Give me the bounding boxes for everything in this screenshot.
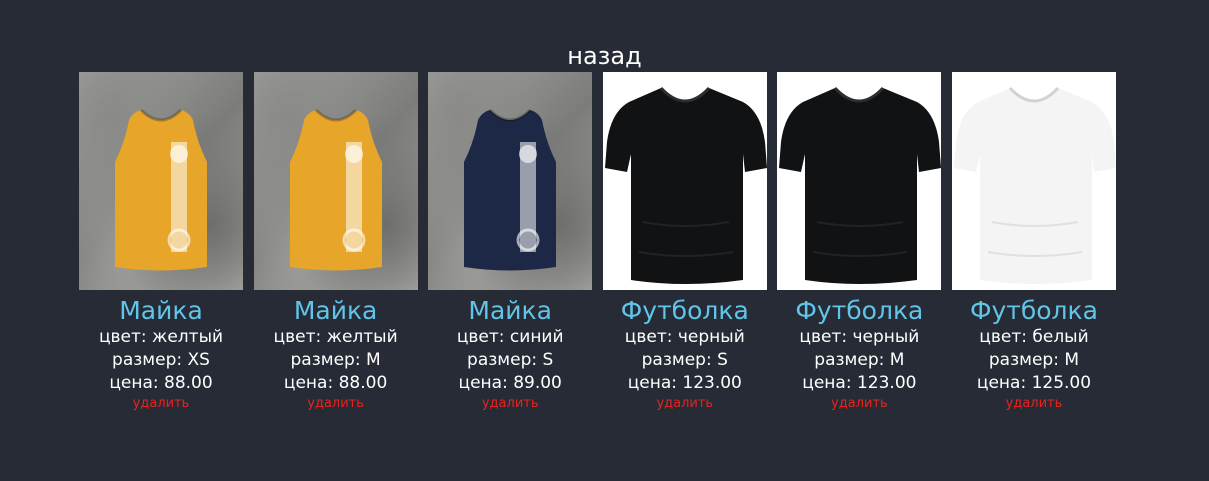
delete-button[interactable]: удалить <box>254 395 418 413</box>
garment-graphic <box>953 86 1116 284</box>
product-color: цвет: черный <box>624 327 745 347</box>
delete-button[interactable]: удалить <box>79 395 243 413</box>
back-link[interactable]: назад <box>0 40 1209 72</box>
product-color: цвет: желтый <box>98 327 224 347</box>
product-image <box>951 72 1116 290</box>
delete-button[interactable]: удалить <box>603 395 767 413</box>
product-price: цена: 123.00 <box>802 373 917 393</box>
product-color: цвет: желтый <box>273 327 398 347</box>
product-image <box>428 72 593 290</box>
garment-graphic <box>779 86 942 284</box>
garment-graphic <box>604 86 767 284</box>
product-color: цвет: синий <box>456 327 564 347</box>
product-title: Футболка <box>620 296 749 325</box>
delete-button[interactable]: удалить <box>428 395 592 413</box>
cart-item-card: Футболка цвет: белый размер: M цена: 125… <box>951 72 1116 413</box>
garment-graphic <box>289 108 382 271</box>
product-price: цена: 125.00 <box>976 373 1092 393</box>
product-size: размер: M <box>814 350 905 370</box>
cart-item-card: Футболка цвет: черный размер: S цена: 12… <box>602 72 767 413</box>
product-price: цена: 123.00 <box>627 373 742 393</box>
cart-items-grid: Майка цвет: желтый размер: XS цена: 88.0… <box>79 72 1119 413</box>
delete-button[interactable]: удалить <box>777 395 941 413</box>
product-title: Майка <box>468 296 552 325</box>
product-title: Футболка <box>795 296 924 325</box>
product-title: Футболка <box>969 296 1098 325</box>
product-color: цвет: белый <box>979 327 1089 347</box>
garment-graphic <box>115 108 207 271</box>
delete-button[interactable]: удалить <box>952 395 1116 413</box>
product-size: размер: S <box>641 350 728 370</box>
cart-item-card: Футболка цвет: черный размер: M цена: 12… <box>777 72 942 413</box>
product-image <box>79 72 243 290</box>
product-title: Майка <box>293 296 378 325</box>
product-size: размер: XS <box>112 350 210 370</box>
cart-item-card: Майка цвет: синий размер: S цена: 89.00 … <box>428 72 593 413</box>
product-size: размер: S <box>467 350 554 370</box>
product-price: цена: 89.00 <box>458 373 562 393</box>
product-size: размер: M <box>290 350 381 370</box>
product-title: Майка <box>119 296 203 325</box>
product-price: цена: 88.00 <box>283 373 388 393</box>
cart-item-card: Майка цвет: желтый размер: M цена: 88.00… <box>253 72 418 413</box>
product-image <box>777 72 942 290</box>
product-price: цена: 88.00 <box>109 373 213 393</box>
product-color: цвет: черный <box>799 327 920 347</box>
garment-graphic <box>464 108 557 271</box>
product-image <box>253 72 418 290</box>
cart-item-card: Майка цвет: желтый размер: XS цена: 88.0… <box>79 72 243 413</box>
product-image <box>602 72 767 290</box>
product-size: размер: M <box>988 350 1080 370</box>
